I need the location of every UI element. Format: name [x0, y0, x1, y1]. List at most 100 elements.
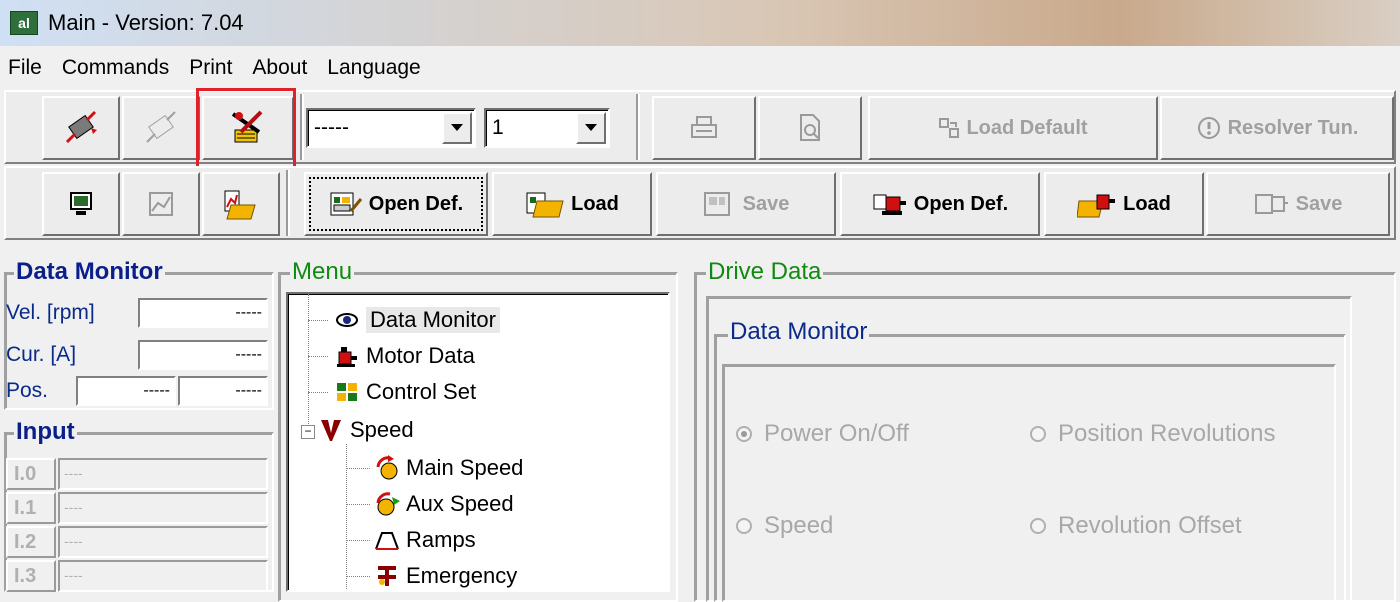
print-preview-button[interactable]	[758, 96, 862, 160]
tree-item-data-monitor[interactable]: Data Monitor	[334, 302, 500, 338]
load-label: Load	[571, 192, 619, 215]
input-label: I.1	[6, 492, 56, 524]
position-row: Pos. ----- -----	[6, 374, 270, 408]
tree-line	[308, 392, 328, 393]
input-value: ----	[58, 560, 268, 592]
window-title: Main - Version: 7.04	[48, 10, 244, 35]
graph-icon	[149, 192, 173, 216]
open-def-button[interactable]: Open Def.	[304, 172, 488, 236]
motor-load-icon	[1077, 194, 1116, 218]
tree-item-label: Emergency	[406, 563, 518, 588]
radio-panel	[722, 364, 1336, 602]
input-row: I.0 ----	[6, 458, 268, 492]
tree-item-control-set[interactable]: Control Set	[334, 374, 476, 410]
menu-bar: File Commands Print About Language	[0, 48, 1400, 88]
radio-label: Power On/Off	[764, 420, 909, 447]
tree-item-motor-data[interactable]: Motor Data	[334, 338, 475, 374]
eye-icon	[334, 307, 360, 333]
main-speed-icon	[374, 455, 400, 481]
radio-unselected-icon	[1030, 426, 1046, 442]
load-button[interactable]: Load	[492, 172, 652, 236]
tree-item-main-speed[interactable]: Main Speed	[374, 450, 523, 486]
tree-item-label: Main Speed	[406, 455, 524, 480]
print-button[interactable]	[652, 96, 756, 160]
input-label: I.2	[6, 526, 56, 558]
menu-title: Menu	[290, 258, 355, 286]
speed-v-icon	[318, 417, 344, 443]
velocity-label: Vel. [rpm]	[6, 301, 95, 324]
tree-item-ramps[interactable]: Ramps	[374, 522, 476, 558]
position-value-1: -----	[76, 376, 176, 406]
radio-speed[interactable]: Speed	[736, 512, 833, 540]
drive-data-monitor-title: Data Monitor	[728, 318, 870, 346]
motor-load-button[interactable]: Load	[1044, 172, 1204, 236]
load-default-button[interactable]: Load Default	[868, 96, 1158, 160]
toolbar-separator	[300, 94, 304, 160]
disconnect-icon	[146, 111, 176, 143]
motor-save-button[interactable]: Save	[1206, 172, 1390, 236]
radio-label: Revolution Offset	[1058, 512, 1242, 539]
input-row: I.2 ----	[6, 526, 268, 560]
tree-item-label: Control Set	[366, 379, 477, 404]
drive-data-title: Drive Data	[706, 258, 824, 286]
tree-item-label: Data Monitor	[366, 307, 500, 333]
motor-save-label: Save	[1295, 192, 1343, 215]
input-label: I.0	[6, 458, 56, 490]
menu-about[interactable]: About	[252, 56, 307, 80]
tree-line	[346, 444, 347, 589]
connect-button[interactable]	[42, 96, 120, 160]
emergency-icon	[374, 563, 400, 589]
tree-item-label: Ramps	[406, 527, 476, 552]
motor-open-def-label: Open Def.	[913, 192, 1009, 215]
tree-line	[346, 576, 370, 577]
motor-load-label: Load	[1123, 192, 1171, 215]
combo-select-2[interactable]: 1	[484, 108, 610, 148]
combo-select-1[interactable]: -----	[306, 108, 476, 148]
tree-line	[308, 356, 328, 357]
input-row: I.1 ----	[6, 492, 268, 526]
radio-power-on-off[interactable]: Power On/Off	[736, 420, 909, 448]
tree-item-label: Motor Data	[366, 343, 475, 368]
velocity-value: -----	[138, 298, 268, 328]
velocity-row: Vel. [rpm] -----	[6, 296, 270, 330]
combo-select-2-value: 1	[492, 116, 504, 139]
tools-button[interactable]	[202, 96, 294, 160]
toolbar-bottom: Open Def. Load Save Open Def. Load Save	[4, 166, 1396, 240]
position-label: Pos.	[6, 379, 49, 402]
tree-line	[308, 294, 309, 434]
save-button[interactable]: Save	[656, 172, 836, 236]
tree-line	[308, 320, 328, 321]
input-value: ----	[58, 492, 268, 524]
current-label: Cur. [A]	[6, 343, 77, 366]
menu-tree[interactable]: − Data Monitor Motor Data Control Set Sp…	[286, 292, 670, 592]
menu-print[interactable]: Print	[189, 56, 232, 80]
tree-item-aux-speed[interactable]: Aux Speed	[374, 486, 514, 522]
open-graph-button[interactable]	[202, 172, 280, 236]
connect-icon	[65, 110, 97, 144]
motor-open-def-button[interactable]: Open Def.	[840, 172, 1040, 236]
graph-button[interactable]	[122, 172, 200, 236]
current-row: Cur. [A] -----	[6, 338, 270, 372]
input-title: Input	[14, 418, 77, 446]
radio-revolution-offset[interactable]: Revolution Offset	[1030, 512, 1242, 540]
disconnect-button[interactable]	[122, 96, 200, 160]
menu-language[interactable]: Language	[327, 56, 420, 80]
input-value: ----	[58, 458, 268, 490]
save-icon	[703, 192, 730, 216]
radio-position-revolutions[interactable]: Position Revolutions	[1030, 420, 1275, 448]
resolver-tuning-button[interactable]: Resolver Tun.	[1160, 96, 1394, 160]
monitor-button[interactable]	[42, 172, 120, 236]
radio-unselected-icon	[1030, 518, 1046, 534]
tree-item-speed[interactable]: Speed	[318, 412, 414, 448]
data-monitor-title: Data Monitor	[14, 258, 165, 286]
radio-label: Speed	[764, 512, 834, 539]
tree-line	[346, 468, 370, 469]
chevron-down-icon[interactable]	[442, 112, 472, 144]
menu-file[interactable]: File	[8, 56, 42, 80]
menu-commands[interactable]: Commands	[62, 56, 169, 80]
tree-line	[346, 504, 370, 505]
app-icon: al	[10, 11, 38, 35]
tree-item-emergency[interactable]: Emergency	[374, 558, 517, 594]
chevron-down-icon[interactable]	[576, 112, 606, 144]
collapse-toggle-icon[interactable]: −	[301, 425, 315, 439]
